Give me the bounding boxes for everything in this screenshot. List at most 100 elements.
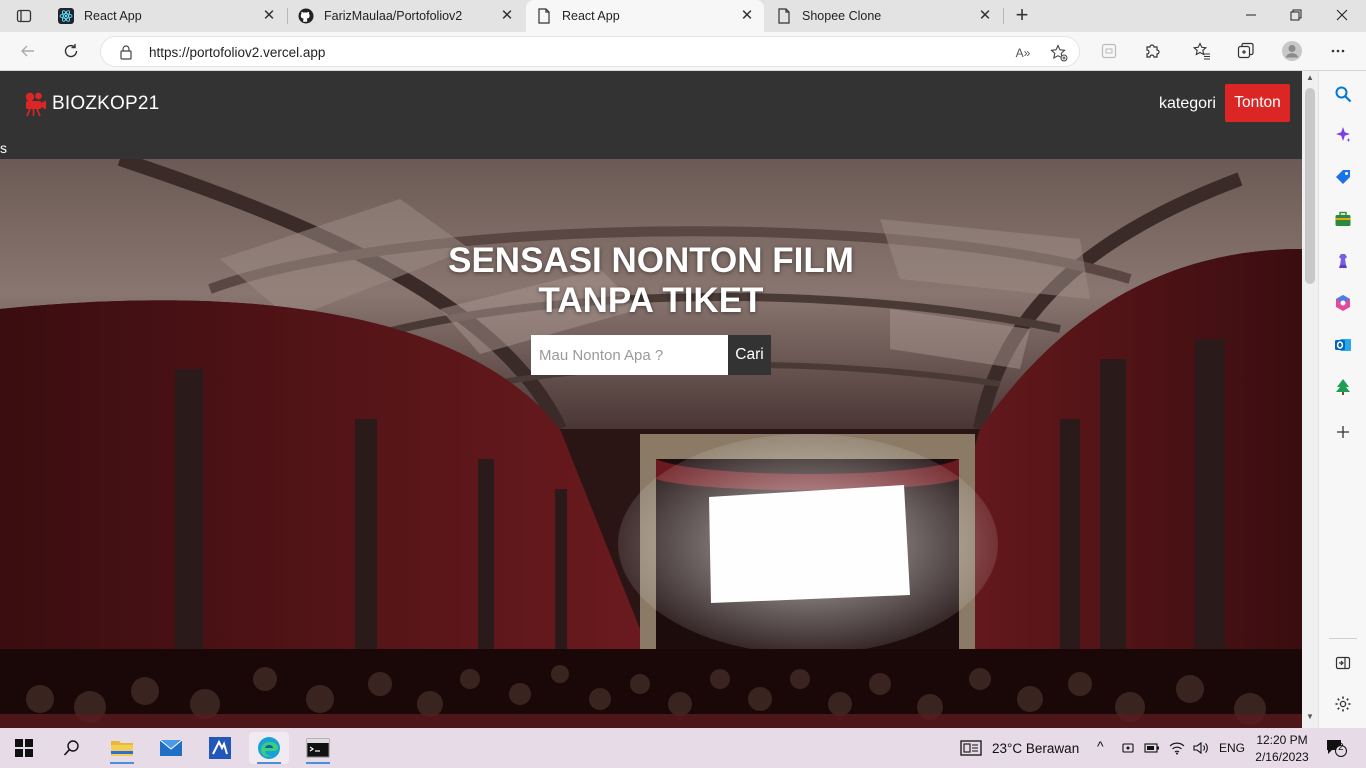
weather-text[interactable]: 23°C Berawan xyxy=(992,741,1079,756)
refresh-button[interactable] xyxy=(57,38,85,64)
page-icon xyxy=(776,8,792,24)
close-icon[interactable]: ✕ xyxy=(976,7,994,25)
windows-taskbar: 23°C Berawan ^ ENG 12:20 PM 2/16/2023 2 xyxy=(0,728,1366,768)
scrollbar-thumb[interactable] xyxy=(1305,88,1315,284)
close-icon[interactable]: ✕ xyxy=(498,7,516,25)
microsoft-365-icon[interactable] xyxy=(1332,292,1354,314)
read-aloud-icon[interactable]: A» xyxy=(1013,43,1033,63)
lock-icon[interactable] xyxy=(119,44,133,65)
notification-center-button[interactable]: 2 xyxy=(1318,732,1354,764)
search-button[interactable]: Cari xyxy=(728,335,771,375)
stray-text: s xyxy=(0,140,7,156)
hide-sidebar-icon[interactable] xyxy=(1332,652,1354,674)
battery-icon[interactable] xyxy=(1141,732,1163,764)
taskbar-terminal[interactable] xyxy=(298,732,338,764)
tools-briefcase-icon[interactable] xyxy=(1332,208,1354,230)
back-button[interactable] xyxy=(14,38,42,64)
windows-logo-icon xyxy=(15,739,33,757)
copilot-sparkle-icon[interactable] xyxy=(1332,124,1354,146)
react-icon xyxy=(58,8,74,24)
notification-count: 2 xyxy=(1338,742,1344,753)
folder-icon xyxy=(111,741,133,756)
tab-shopee-clone[interactable]: Shopee Clone ✕ xyxy=(766,0,1002,32)
network-share-icon[interactable] xyxy=(1117,732,1139,764)
running-indicator xyxy=(306,762,330,764)
profile-button[interactable] xyxy=(1278,38,1306,64)
site-brand[interactable]: BIOZKOP21 xyxy=(24,91,159,117)
brand-name: BIOZKOP21 xyxy=(52,93,160,114)
scroll-down-icon[interactable]: ▼ xyxy=(1306,712,1314,721)
url-text[interactable]: https://portofoliov2.vercel.app xyxy=(149,45,325,60)
extensions-button[interactable] xyxy=(1139,38,1167,64)
browser-toolbar: https://portofoliov2.vercel.app A» xyxy=(0,32,1366,71)
collections-button[interactable] xyxy=(1232,38,1260,64)
avatar-icon xyxy=(1282,41,1302,61)
movie-camera-icon xyxy=(25,92,46,117)
hero-title-line-2: TANPA TIKET xyxy=(538,281,764,320)
close-icon xyxy=(1336,9,1348,21)
terminal-icon xyxy=(306,738,330,758)
page-icon xyxy=(536,8,552,24)
restore-button[interactable] xyxy=(1274,3,1318,29)
tab-title: React App xyxy=(84,9,142,23)
taskbar-visual-studio-code[interactable] xyxy=(200,732,240,764)
close-icon[interactable]: ✕ xyxy=(260,7,278,25)
start-button[interactable] xyxy=(4,732,44,764)
minimize-icon xyxy=(1246,14,1256,16)
new-tab-button[interactable]: + xyxy=(1008,3,1036,29)
volume-icon[interactable] xyxy=(1190,732,1212,764)
tab-github-portofoliov2[interactable]: FarizMaulaa/Portofoliov2 ✕ xyxy=(288,0,524,32)
tab-react-app-active[interactable]: React App ✕ xyxy=(526,0,764,32)
mail-icon xyxy=(159,739,183,756)
shopping-tag-icon[interactable] xyxy=(1332,166,1354,188)
add-icon[interactable] xyxy=(1332,421,1354,443)
collections-disabled-button[interactable] xyxy=(1095,38,1123,64)
weather-widget-icon[interactable] xyxy=(954,732,988,764)
clock[interactable]: 12:20 PM 2/16/2023 xyxy=(1250,731,1314,767)
tab-actions-menu-button[interactable] xyxy=(8,3,40,29)
drop-tree-icon[interactable] xyxy=(1332,376,1354,398)
settings-more-button[interactable] xyxy=(1324,38,1352,64)
games-chess-icon[interactable] xyxy=(1332,250,1354,272)
edge-browser-icon xyxy=(258,737,280,759)
tab-title: React App xyxy=(562,9,620,23)
hero-title: SENSASI NONTON FILM TANPA TIKET xyxy=(400,241,902,321)
language-indicator[interactable]: ENG xyxy=(1219,741,1245,755)
page-scrollbar[interactable]: ▲ ▼ xyxy=(1302,71,1318,728)
close-window-button[interactable] xyxy=(1320,3,1364,29)
page-viewport: BIOZKOP21 kategori Tonton s SENSASI NONT… xyxy=(0,71,1302,728)
taskbar-mail[interactable] xyxy=(151,732,191,764)
close-icon[interactable]: ✕ xyxy=(738,7,756,25)
search-icon xyxy=(63,740,79,756)
running-indicator xyxy=(257,762,281,764)
weather-news-icon xyxy=(960,740,982,756)
taskbar-search-button[interactable] xyxy=(52,732,92,764)
chevron-up-icon[interactable]: ^ xyxy=(1097,738,1104,754)
arrow-left-icon xyxy=(21,45,34,57)
more-horizontal-icon xyxy=(1331,49,1345,53)
favorite-star-icon[interactable] xyxy=(1049,43,1069,63)
scroll-up-icon[interactable]: ▲ xyxy=(1306,73,1314,82)
favorites-button[interactable] xyxy=(1188,38,1216,64)
taskbar-file-explorer[interactable] xyxy=(102,732,142,764)
hero-title-line-1: SENSASI NONTON FILM xyxy=(448,241,854,280)
search-icon[interactable] xyxy=(1332,83,1354,105)
minimize-button[interactable] xyxy=(1229,3,1273,29)
outlook-icon[interactable] xyxy=(1332,334,1354,356)
tab-react-app-1[interactable]: React App ✕ xyxy=(48,0,286,32)
tonton-button[interactable]: Tonton xyxy=(1225,84,1290,122)
tab-title: FarizMaulaa/Portofoliov2 xyxy=(324,9,463,23)
sidebar-divider xyxy=(1329,638,1357,639)
address-bar[interactable]: https://portofoliov2.vercel.app A» xyxy=(100,36,1080,67)
gear-icon[interactable] xyxy=(1332,693,1354,715)
puzzle-icon xyxy=(1146,44,1160,58)
favorites-icon xyxy=(1193,42,1210,60)
movie-search-input[interactable] xyxy=(531,335,728,375)
edge-sidebar xyxy=(1318,71,1366,728)
nav-link-kategori[interactable]: kategori xyxy=(1159,95,1216,113)
wifi-icon[interactable] xyxy=(1166,732,1188,764)
running-indicator xyxy=(110,762,134,764)
taskbar-edge[interactable] xyxy=(249,732,289,764)
hero-section: SENSASI NONTON FILM TANPA TIKET Cari xyxy=(0,159,1302,728)
browser-tabstrip: React App ✕ FarizMaulaa/Portofoliov2 ✕ R… xyxy=(0,0,1366,32)
